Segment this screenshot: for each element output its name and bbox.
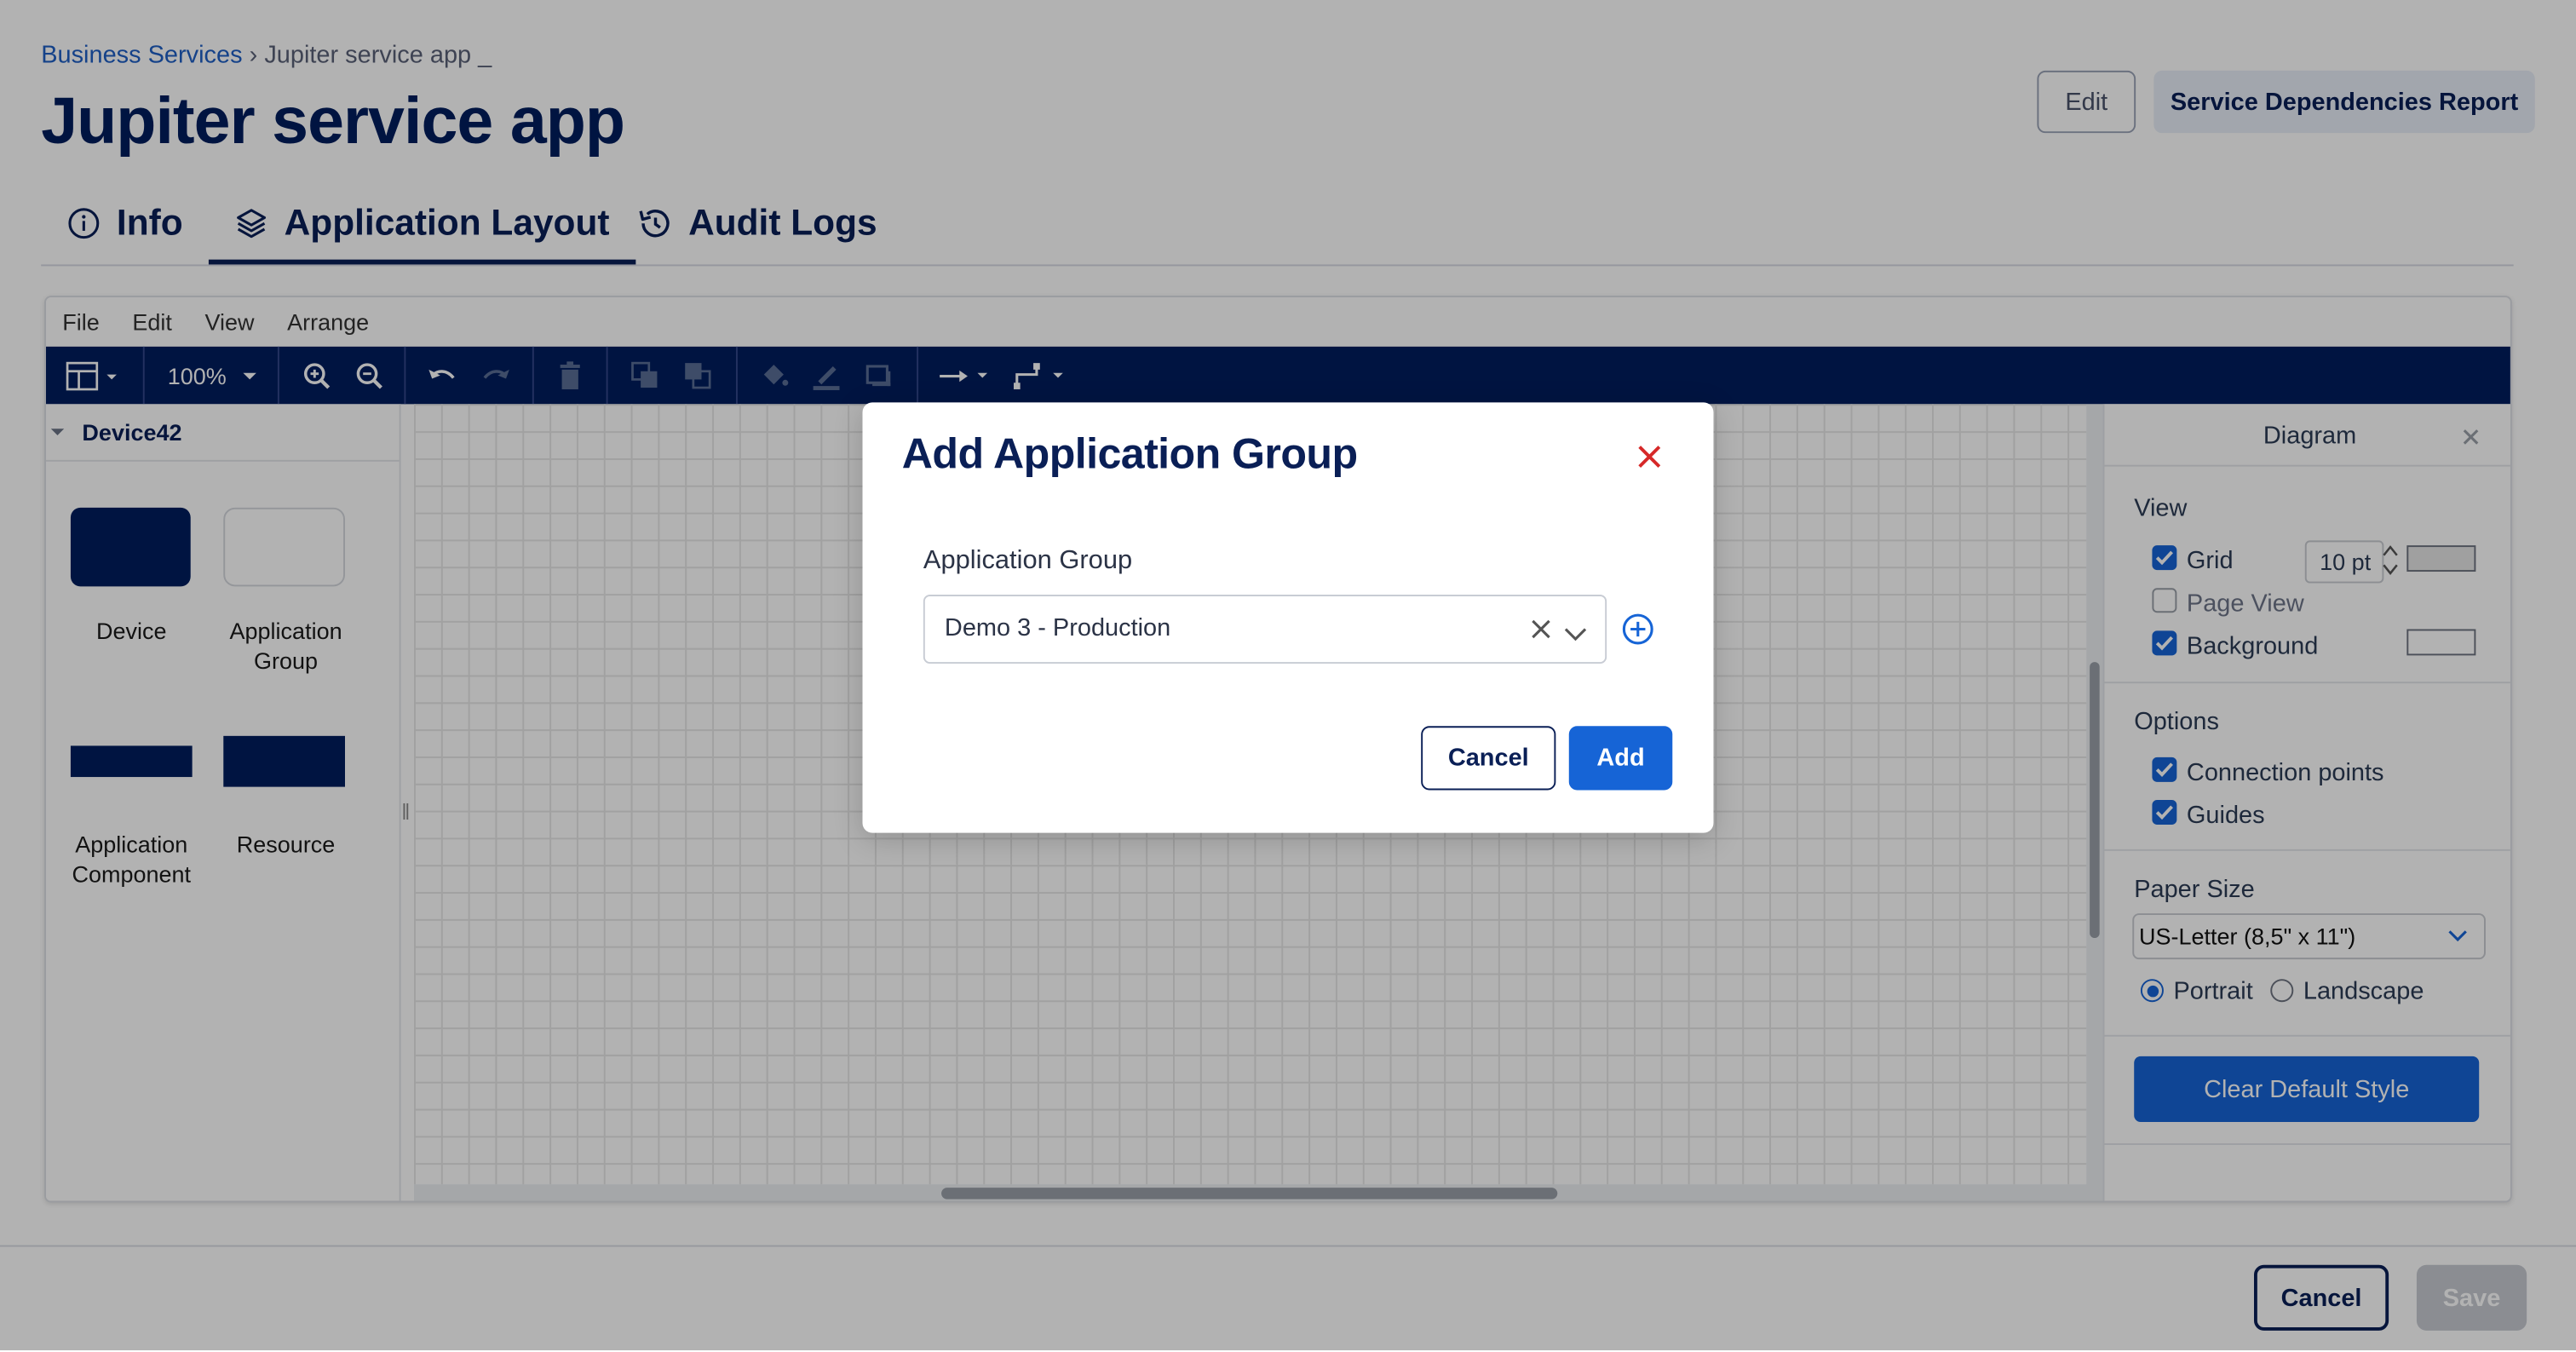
- clear-selection-icon[interactable]: [1529, 618, 1552, 649]
- dialog-cancel-button[interactable]: Cancel: [1421, 726, 1556, 791]
- close-icon[interactable]: [1635, 442, 1665, 472]
- dialog-add-button[interactable]: Add: [1568, 726, 1673, 791]
- add-circle-icon[interactable]: [1621, 613, 1654, 646]
- application-group-select[interactable]: Demo 3 - Production: [923, 595, 1607, 664]
- application-group-field-label: Application Group: [923, 547, 1133, 575]
- add-application-group-dialog: Add Application Group Application Group …: [862, 402, 1714, 833]
- chevron-down-icon[interactable]: [1564, 621, 1587, 651]
- application-group-selected-value: Demo 3 - Production: [944, 614, 1171, 642]
- dialog-title: Add Application Group: [901, 429, 1358, 479]
